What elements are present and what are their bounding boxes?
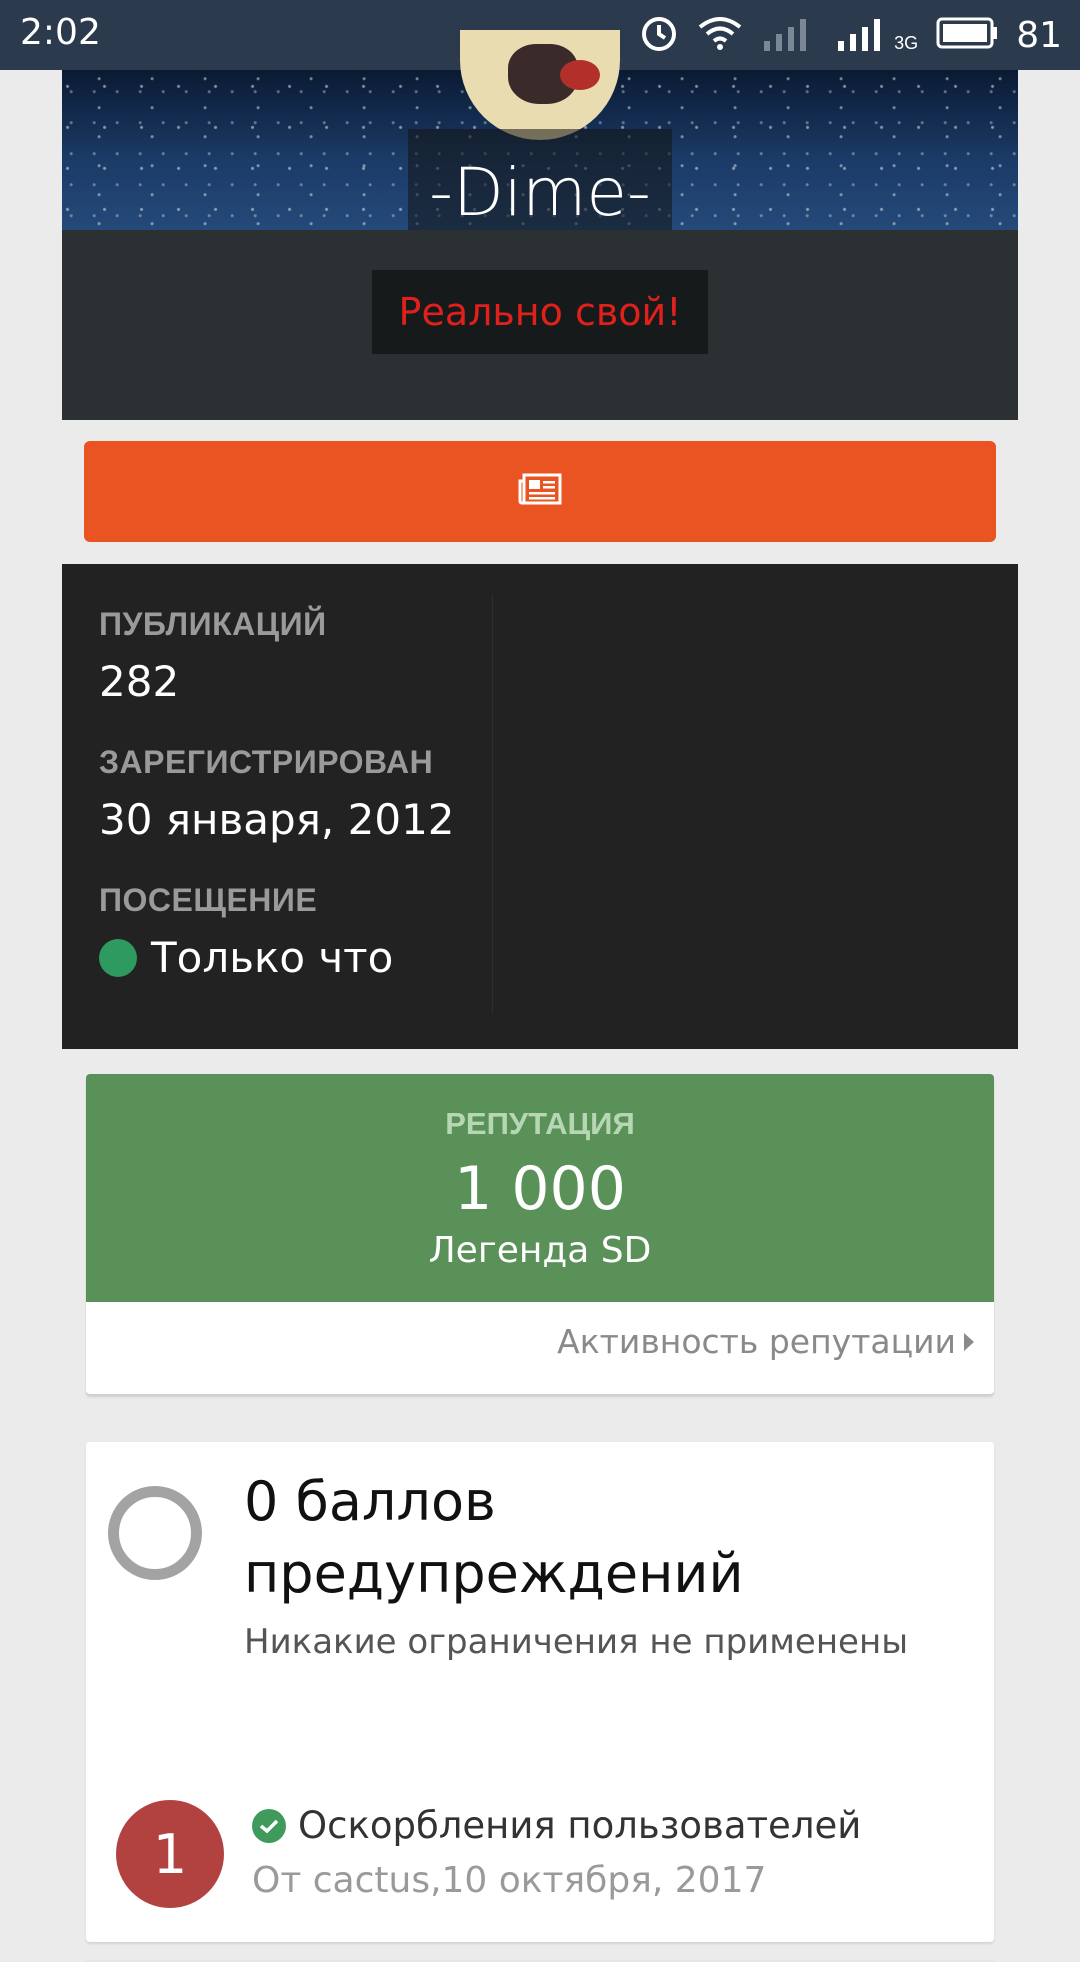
stat-value: 30 января, 2012 — [99, 795, 455, 844]
signal-icon — [834, 15, 890, 56]
reputation-activity-label: Активность репутации — [557, 1322, 956, 1361]
stat-label: ПУБЛИКАЦИЙ — [99, 606, 327, 642]
warning-points-title: 0 баллов предупреждений — [244, 1470, 744, 1605]
activity-button[interactable] — [84, 441, 996, 542]
status-icons: 3G 81 — [638, 10, 1062, 60]
member-title: Реально свой! — [372, 270, 708, 354]
stat-last-visit: ПОСЕЩЕНИЕ Только что — [99, 882, 393, 982]
stats-divider — [492, 594, 493, 1014]
stat-value: 282 — [99, 657, 180, 706]
stat-posts: ПУБЛИКАЦИЙ 282 — [99, 606, 327, 706]
stat-value-row: Только что — [99, 933, 393, 982]
check-icon — [252, 1809, 286, 1843]
reputation-card: РЕПУТАЦИЯ 1 000 Легенда SD Активность ре… — [86, 1074, 994, 1394]
warning-restrictions: Никакие ограничения не применены — [244, 1622, 909, 1662]
warnings-card: 0 баллов предупреждений Никакие ограниче… — [86, 1442, 994, 1962]
warning-reason-link[interactable]: Оскорбления пользователей — [298, 1804, 861, 1847]
online-status-icon — [99, 938, 137, 977]
stat-label: ЗАРЕГИСТРИРОВАН — [99, 744, 434, 780]
warning-meta: От cactus,10 октября, 2017 — [252, 1860, 767, 1901]
status-time: 2:02 — [20, 12, 101, 53]
warning-level-icon — [108, 1486, 202, 1580]
reputation-label: РЕПУТАЦИЯ — [445, 1106, 635, 1141]
warning-points-badge: 1 — [116, 1800, 224, 1908]
reputation-summary: РЕПУТАЦИЯ 1 000 Легенда SD — [86, 1074, 994, 1302]
reputation-rank: Легенда SD — [428, 1230, 652, 1271]
wifi-icon — [698, 15, 742, 56]
reputation-value: 1 000 — [454, 1154, 626, 1224]
newspaper-icon — [518, 473, 562, 510]
reputation-activity-link[interactable]: Активность репутации — [557, 1322, 974, 1361]
battery-level: 81 — [1016, 14, 1062, 56]
stat-value: Только что — [151, 933, 394, 982]
caret-right-icon — [964, 1332, 974, 1351]
stat-registered: ЗАРЕГИСТРИРОВАН 30 января, 2012 — [99, 744, 455, 844]
profile-stats: ПУБЛИКАЦИЙ 282 ЗАРЕГИСТРИРОВАН 30 января… — [62, 564, 1018, 1049]
profile-column: -Dime- Реально свой! ПУБЛИКАЦИЙ 282 ЗАРЕ… — [62, 30, 1018, 1962]
alarm-icon — [638, 12, 680, 59]
signal-icon-sim2 — [760, 15, 816, 56]
network-type: 3G — [894, 32, 919, 53]
battery-icon — [936, 16, 998, 55]
stat-label: ПОСЕЩЕНИЕ — [99, 882, 318, 918]
